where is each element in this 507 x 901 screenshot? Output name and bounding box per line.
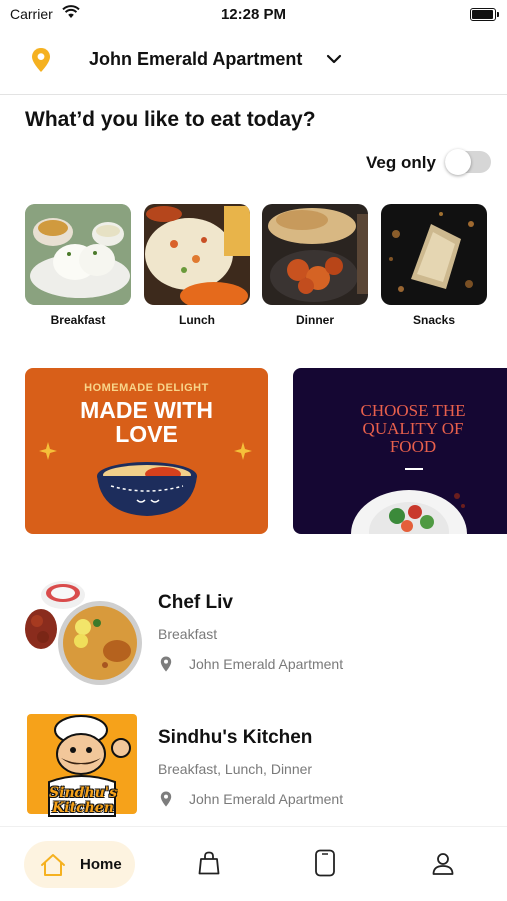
category-label-lunch[interactable]: Lunch [144,313,250,327]
restaurant-name-sindhus-kitchen[interactable]: Sindhu's Kitchen [158,727,312,749]
salad-plate-illustration [351,490,467,534]
restaurant-meals-sindhus-kitchen: Breakfast, Lunch, Dinner [158,761,313,777]
banner-divider [405,468,423,470]
location-name: John Emerald Apartment [89,49,303,69]
banner-quality-line3: FOOD [389,437,437,456]
category-dinner-image[interactable] [262,204,368,305]
promo-banner-quality-food[interactable]: CHOOSE THE QUALITY OF FOOD [293,368,507,534]
banner-quality-line2: QUALITY OF [362,419,464,438]
category-breakfast-image[interactable] [25,204,131,305]
bowl-illustration [97,462,197,516]
location-selector[interactable]: John Emerald Apartment [0,36,507,95]
category-lunch-image[interactable] [144,204,250,305]
bottom-tab-bar: Home [0,826,507,901]
restaurant-address-chef-liv: John Emerald Apartment [189,656,344,672]
sindhus-kitchen-logo-text: Sindhu's Kitchen [49,785,117,816]
restaurant-image-chef-liv[interactable] [25,577,142,687]
veg-only-label: Veg only [366,153,436,172]
category-label-breakfast[interactable]: Breakfast [25,313,131,327]
location-pin-icon [160,656,172,672]
clock: 12:28 PM [220,6,287,23]
promo-banner-made-with-love[interactable]: HOMEMADE DELIGHT MADE WITH LOVE [25,368,268,534]
category-label-dinner[interactable]: Dinner [262,313,368,327]
page-heading: What’d you like to eat today? [25,108,316,131]
location-pin-icon [160,791,172,807]
bag-icon[interactable] [198,851,220,875]
battery-icon [470,8,499,21]
banner-headline-line1: MADE WITH [80,397,213,423]
location-pin-icon [32,48,50,72]
banner-quality-line1: CHOOSE THE [360,401,466,420]
phone-icon[interactable] [314,849,336,877]
tab-home[interactable]: Home [24,841,135,888]
status-bar: Carrier 12:28 PM [0,0,507,28]
home-icon [41,854,65,876]
restaurant-name-chef-liv[interactable]: Chef Liv [158,592,233,614]
restaurant-meals-chef-liv: Breakfast [158,626,218,642]
category-snacks-image[interactable] [381,204,487,305]
banner-kicker: HOMEMADE DELIGHT [84,382,209,394]
banner-quality-text: CHOOSE THE QUALITY OF FOOD [333,402,493,456]
profile-icon[interactable] [432,852,454,875]
sparkle-icon [234,442,252,460]
banner-headline: MADE WITH LOVE [25,398,268,446]
chevron-down-icon[interactable] [326,53,342,65]
tab-home-label: Home [80,856,122,873]
veg-only-toggle[interactable] [445,149,491,175]
sparkle-icon [39,442,57,460]
banner-headline-line2: LOVE [115,421,178,447]
restaurant-logo-sindhus-kitchen[interactable]: Sindhu's Kitchen [25,712,142,818]
restaurant-address-sindhus-kitchen: John Emerald Apartment [189,791,344,807]
category-label-snacks[interactable]: Snacks [381,313,487,327]
